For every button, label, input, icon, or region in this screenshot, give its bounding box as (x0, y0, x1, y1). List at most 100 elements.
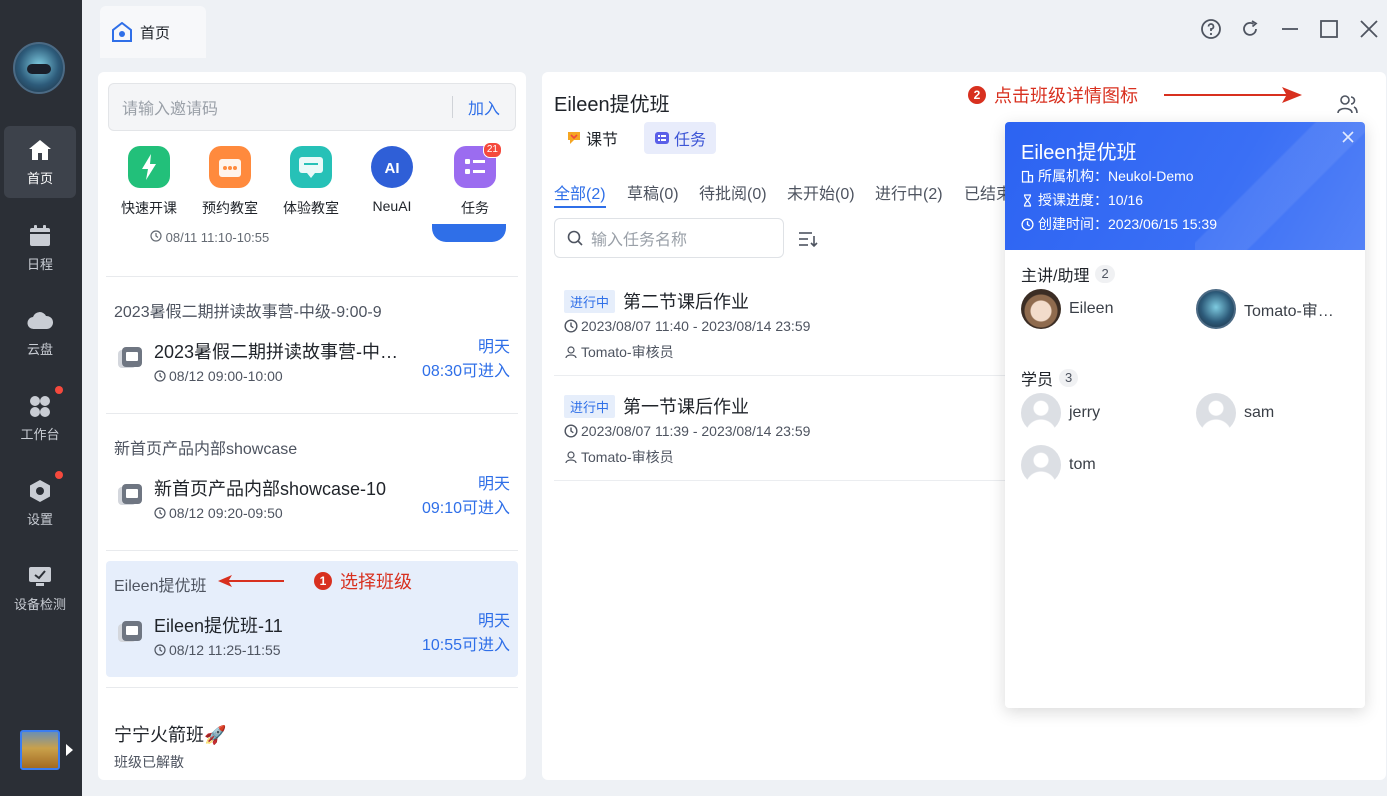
filter-in-progress[interactable]: 进行中(2) (875, 180, 943, 204)
quick-start-class-button[interactable]: 快速开课 (114, 146, 184, 218)
member-name: jerry (1069, 404, 1101, 421)
user-icon (565, 346, 577, 359)
class-status: 班级已解散 (114, 754, 184, 770)
invite-code-input[interactable]: 请输入邀请码 (109, 95, 452, 119)
nav-schedule[interactable]: 日程 (4, 212, 76, 284)
popup-title: Eileen提优班 (1021, 142, 1137, 164)
active-filter-underline (554, 206, 606, 208)
nav-cloud[interactable]: 云盘 (4, 297, 76, 369)
top-bar: 首页 (82, 0, 1387, 62)
close-icon[interactable] (1341, 130, 1355, 144)
clock-icon (154, 644, 166, 656)
entry-day: 明天 (477, 339, 510, 356)
home-icon (29, 140, 51, 160)
annotation-text: 选择班级 (340, 572, 412, 592)
tab-tasks[interactable]: 任务 (644, 122, 717, 154)
task-owner: Tomato-审核员 (564, 342, 674, 362)
task-time-text: 2023/08/07 11:40 - 2023/08/14 23:59 (581, 318, 811, 334)
refresh-icon[interactable] (1239, 18, 1261, 40)
join-button[interactable]: 加入 (453, 95, 515, 119)
annotation-step-2: 2 点击班级详情图标 (968, 82, 1302, 108)
minimize-icon[interactable] (1279, 18, 1301, 40)
class-members-icon[interactable] (1336, 92, 1360, 116)
entry-day: 明天 (477, 613, 510, 630)
arrow-right-icon (1164, 87, 1302, 103)
task-tab-icon (655, 132, 669, 144)
maximize-icon[interactable] (1318, 18, 1340, 40)
avatar (1021, 445, 1061, 485)
avatar (1196, 393, 1236, 433)
clock-icon (1021, 217, 1034, 231)
expand-caret-icon[interactable] (66, 744, 73, 756)
hourglass-icon (1023, 193, 1032, 207)
nav-label: 云盘 (26, 342, 53, 357)
nav-settings[interactable]: 设置 (4, 467, 76, 539)
help-icon[interactable] (1200, 18, 1222, 40)
lesson-entry-time: 明天 10:55可进入 (422, 610, 510, 658)
popup-created: 创建时间：2023/06/15 15:39 (1021, 214, 1217, 234)
nav-workbench[interactable]: 工作台 (4, 382, 76, 454)
filter-not-started[interactable]: 未开始(0) (787, 180, 855, 204)
task-time-text: 2023/08/07 11:39 - 2023/08/14 23:59 (581, 423, 811, 439)
filter-all[interactable]: 全部(2) (554, 180, 606, 204)
neuai-button[interactable]: AI NeuAI (357, 146, 427, 214)
student-item[interactable]: sam (1196, 393, 1274, 433)
tasks-button[interactable]: 21 任务 (440, 142, 510, 218)
flag-icon (568, 132, 580, 144)
task-time: 2023/08/07 11:40 - 2023/08/14 23:59 (564, 318, 810, 334)
popup-header: Eileen提优班 所属机构：Neukol-Demo 授课进度：10/16 创建… (1005, 122, 1365, 250)
tab-home[interactable]: 首页 (100, 6, 206, 58)
annotation-text: 点击班级详情图标 (994, 86, 1138, 106)
trial-classroom-button[interactable]: 体验教室 (276, 146, 346, 218)
lesson-time-text: 08/11 11:10-10:55 (165, 230, 270, 245)
lesson-time-text: 08/12 11:25-11:55 (169, 642, 281, 658)
filter-pending-review[interactable]: 待批阅(0) (699, 180, 767, 204)
filter-draft[interactable]: 草稿(0) (627, 180, 679, 204)
group-title: 2023暑假二期拼读故事营-中级-9:00-9 (114, 304, 382, 321)
task-owner: Tomato-审核员 (564, 447, 674, 467)
popup-org-text: 所属机构：Neukol-Demo (1038, 168, 1194, 184)
nav-device-check[interactable]: 设备检测 (4, 552, 76, 624)
lesson-list: 08/11 11:10-10:55 2023暑假二期拼读故事营-中级-9:00-… (98, 224, 526, 780)
task-item[interactable]: 进行中 第一节课后作业 2023/08/07 11:39 - 2023/08/1… (554, 377, 1014, 481)
teacher-item[interactable]: Eileen (1021, 289, 1113, 329)
avatar (1021, 393, 1061, 433)
nav-home[interactable]: 首页 (4, 126, 76, 198)
avatar (1021, 289, 1061, 329)
quick-action-label: 预约教室 (202, 200, 258, 216)
user-avatar[interactable] (13, 42, 65, 94)
tab-lessons[interactable]: 课节 (556, 122, 628, 154)
member-name: Tomato-审… (1244, 303, 1334, 320)
enter-class-button[interactable] (432, 224, 506, 242)
book-classroom-button[interactable]: 预约教室 (195, 146, 265, 218)
task-list-icon: 21 (454, 142, 502, 188)
students-section-title: 学员 3 (1021, 366, 1079, 390)
task-search-input[interactable]: 输入任务名称 (554, 218, 784, 258)
group-title[interactable]: 宁宁火箭班🚀 (114, 721, 226, 747)
task-time: 2023/08/07 11:39 - 2023/08/14 23:59 (564, 423, 810, 439)
task-owner-text: Tomato-审核员 (581, 449, 674, 465)
sort-icon[interactable] (798, 230, 818, 248)
calendar-book-icon (209, 146, 251, 188)
divider (106, 550, 518, 551)
wallpaper-thumbnail[interactable] (20, 730, 60, 770)
cloud-icon (27, 312, 53, 330)
students-label: 学员 (1021, 372, 1054, 389)
close-icon[interactable] (1358, 18, 1380, 40)
lesson-time: 08/11 11:10-10:55 (150, 230, 269, 245)
nav-label: 首页 (26, 171, 53, 186)
lesson-entry-time: 明天 08:30可进入 (422, 336, 510, 384)
sidebar: 首页 日程 云盘 工作台 设置 设备检测 (0, 0, 82, 796)
teachers-section-title: 主讲/助理 2 (1021, 262, 1115, 286)
calendar-icon (30, 225, 50, 246)
class-detail-popup: Eileen提优班 所属机构：Neukol-Demo 授课进度：10/16 创建… (1005, 122, 1365, 708)
student-item[interactable]: jerry (1021, 393, 1100, 433)
search-placeholder: 输入任务名称 (591, 232, 688, 249)
group-title[interactable]: Eileen提优班 (114, 572, 206, 596)
student-item[interactable]: tom (1021, 445, 1096, 485)
chat-icon (290, 146, 332, 188)
task-title-row: 进行中 第二节课后作业 (564, 288, 749, 314)
arrow-left-icon (218, 575, 284, 587)
teacher-item[interactable]: Tomato-审… (1196, 289, 1334, 329)
task-item[interactable]: 进行中 第二节课后作业 2023/08/07 11:40 - 2023/08/1… (554, 272, 1014, 376)
